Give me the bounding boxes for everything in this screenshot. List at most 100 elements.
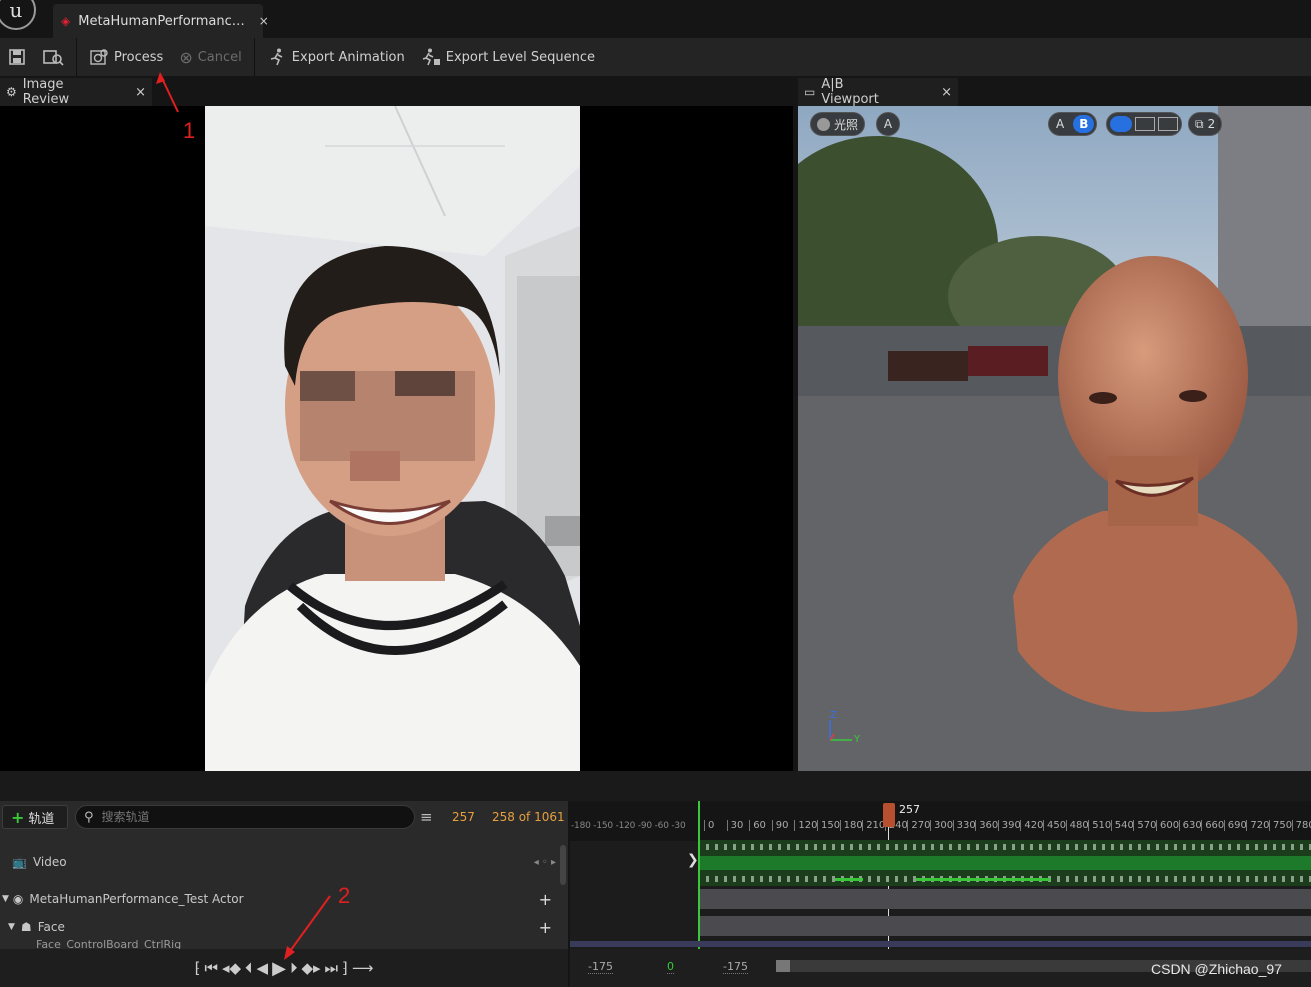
running-figure-clapper-icon xyxy=(422,48,440,66)
ruler-tick-label: 570 xyxy=(1133,820,1156,831)
close-icon[interactable]: × xyxy=(259,14,269,28)
ruler-tick-label: 120 xyxy=(794,820,817,831)
timeline-scroll-region[interactable] xyxy=(570,941,1311,947)
axis-y-label: Y xyxy=(854,734,861,745)
ruler-tick-label: 510 xyxy=(1088,820,1111,831)
axis-z-label: Z xyxy=(830,710,837,721)
viewport-count-button[interactable]: ⧉ 2 xyxy=(1188,112,1223,136)
ab-viewport-panel[interactable] xyxy=(798,106,1311,771)
plus-icon: + xyxy=(11,807,25,827)
add-icon[interactable]: + xyxy=(539,890,552,909)
prev-frame-icon[interactable]: ⏴ xyxy=(245,959,253,977)
tab-image-review-label: Image Review xyxy=(22,77,70,107)
track-search-input[interactable] xyxy=(101,810,402,824)
tab-ab-viewport[interactable]: ▭ A|B Viewport × xyxy=(798,77,958,107)
chevron-down-icon[interactable]: ▼ xyxy=(8,922,15,932)
performance-asset-icon: ◈ xyxy=(61,14,71,28)
close-icon[interactable]: × xyxy=(941,85,952,100)
export-level-sequence-button[interactable]: Export Level Sequence xyxy=(413,38,603,76)
ruler-tick-label: 420 xyxy=(1020,820,1043,831)
ruler-tick-label: 360 xyxy=(975,820,998,831)
video-clip-bar[interactable] xyxy=(700,856,1311,870)
layout-single-icon[interactable] xyxy=(1110,116,1132,132)
tab-ab-viewport-label: A|B Viewport xyxy=(821,77,879,107)
ruler-tick-label: 180 xyxy=(839,820,863,831)
layout-split-icon[interactable] xyxy=(1158,117,1178,131)
film-reel-icon: ⚙ xyxy=(6,85,17,99)
range-start-field[interactable]: -175 xyxy=(588,960,613,974)
save-button[interactable] xyxy=(0,38,34,76)
face-track-lane[interactable] xyxy=(700,916,1311,936)
video-frame-ticks-top xyxy=(700,844,1311,850)
browse-button[interactable] xyxy=(34,38,72,76)
metahuman-render xyxy=(798,106,1311,771)
ab-selector[interactable]: A B xyxy=(1048,112,1098,136)
toolbar-separator xyxy=(253,38,255,76)
ruler-tick-label: 0 xyxy=(704,820,714,831)
viewport-layout-icon: ⧉ xyxy=(1195,116,1204,131)
keyframe-nav-icon[interactable]: ◂ ◦ ▸ xyxy=(534,857,556,868)
track-search[interactable]: ⚲ xyxy=(75,805,415,829)
track-video-label: Video xyxy=(32,855,67,869)
ruler-tick-label: 660 xyxy=(1201,820,1224,831)
view-a-toggle[interactable]: A xyxy=(876,112,900,136)
ruler-tick-label: 540 xyxy=(1110,820,1134,831)
actor-track-lane[interactable] xyxy=(700,889,1311,909)
cancel-circle-icon: ⊗ xyxy=(179,47,193,67)
loop-icon[interactable]: ⟶ xyxy=(352,959,374,977)
process-gear-icon xyxy=(90,49,108,65)
add-icon[interactable]: + xyxy=(539,918,552,937)
ruler-tick-label: 270 xyxy=(907,820,930,831)
track-row-video[interactable]: 📺 Video ◂ ◦ ▸ xyxy=(0,849,566,875)
layout-selector[interactable] xyxy=(1106,112,1182,136)
playhead-handle[interactable] xyxy=(883,803,895,827)
timeline-scrollbar-thumb[interactable] xyxy=(776,960,790,972)
track-face-label: Face xyxy=(37,920,65,934)
ruler-tick-label: 630 xyxy=(1178,820,1202,831)
add-track-label: 轨道 xyxy=(28,811,55,827)
processed-range-1 xyxy=(835,878,863,881)
ruler-tick-label: 480 xyxy=(1065,820,1089,831)
export-animation-button[interactable]: Export Animation xyxy=(259,38,413,76)
set-end-icon[interactable]: ⁆ xyxy=(342,959,348,977)
ruler-tick-label: 720 xyxy=(1246,820,1269,831)
track-control-rig-label: Face_ControlBoard_CtrlRig xyxy=(36,940,182,949)
toolbar-separator xyxy=(76,38,77,76)
document-tab-label: MetaHumanPerformanc… xyxy=(78,13,245,29)
set-start-icon[interactable]: ⁅ xyxy=(195,959,201,977)
layout-pip-icon[interactable] xyxy=(1135,117,1155,131)
ab-select-a[interactable]: A xyxy=(1051,117,1069,131)
document-tab[interactable]: ◈ MetaHumanPerformanc… × xyxy=(53,4,269,38)
frame-of-total: 258 of 1061 xyxy=(492,810,565,824)
range-current-field[interactable]: 0 xyxy=(667,960,674,974)
ruler-tick-label: 780 xyxy=(1291,820,1311,831)
export-animation-label: Export Animation xyxy=(291,49,405,65)
lighting-mode-button[interactable]: 光照 xyxy=(810,112,866,136)
play-reverse-icon[interactable]: ◀ xyxy=(257,959,269,977)
ruler-ticks: 0 30 60 90 120 150 180 210 240 270 300 330 360 390 420… xyxy=(700,820,1311,834)
ab-select-b[interactable]: B xyxy=(1073,115,1095,133)
tab-image-review[interactable]: ⚙ Image Review × xyxy=(0,77,152,107)
lighting-sphere-icon xyxy=(817,117,830,131)
ruler-tick-label: 60 xyxy=(749,820,766,831)
viewport-icon: ▭ xyxy=(804,85,816,99)
ruler-tick-label: 450 xyxy=(1043,820,1066,831)
ruler-tick-label: 750 xyxy=(1269,820,1292,831)
chevron-down-icon[interactable]: ▼ xyxy=(2,894,9,904)
browse-asset-icon xyxy=(43,50,64,66)
jump-to-start-icon[interactable]: ⏮ xyxy=(204,959,218,977)
ruler-tick-label: 690 xyxy=(1223,820,1247,831)
range-end-field[interactable]: -175 xyxy=(723,960,748,974)
save-icon xyxy=(9,49,25,65)
close-icon[interactable]: × xyxy=(135,85,146,100)
chevron-right-icon[interactable]: ❯ xyxy=(687,852,699,868)
track-list-scrollbar[interactable] xyxy=(560,845,566,885)
filter-icon[interactable]: ≡ xyxy=(420,808,433,826)
actor-icon: ◉ xyxy=(12,892,24,906)
track-actor-label: MetaHumanPerformance_Test Actor xyxy=(29,892,244,906)
add-track-button[interactable]: + 轨道 xyxy=(2,805,68,829)
current-frame[interactable]: 257 xyxy=(452,810,475,824)
ruler-tick-label: 150 xyxy=(817,820,840,831)
process-label: Process xyxy=(114,49,164,65)
prev-key-icon[interactable]: ◂◆ xyxy=(222,959,241,977)
